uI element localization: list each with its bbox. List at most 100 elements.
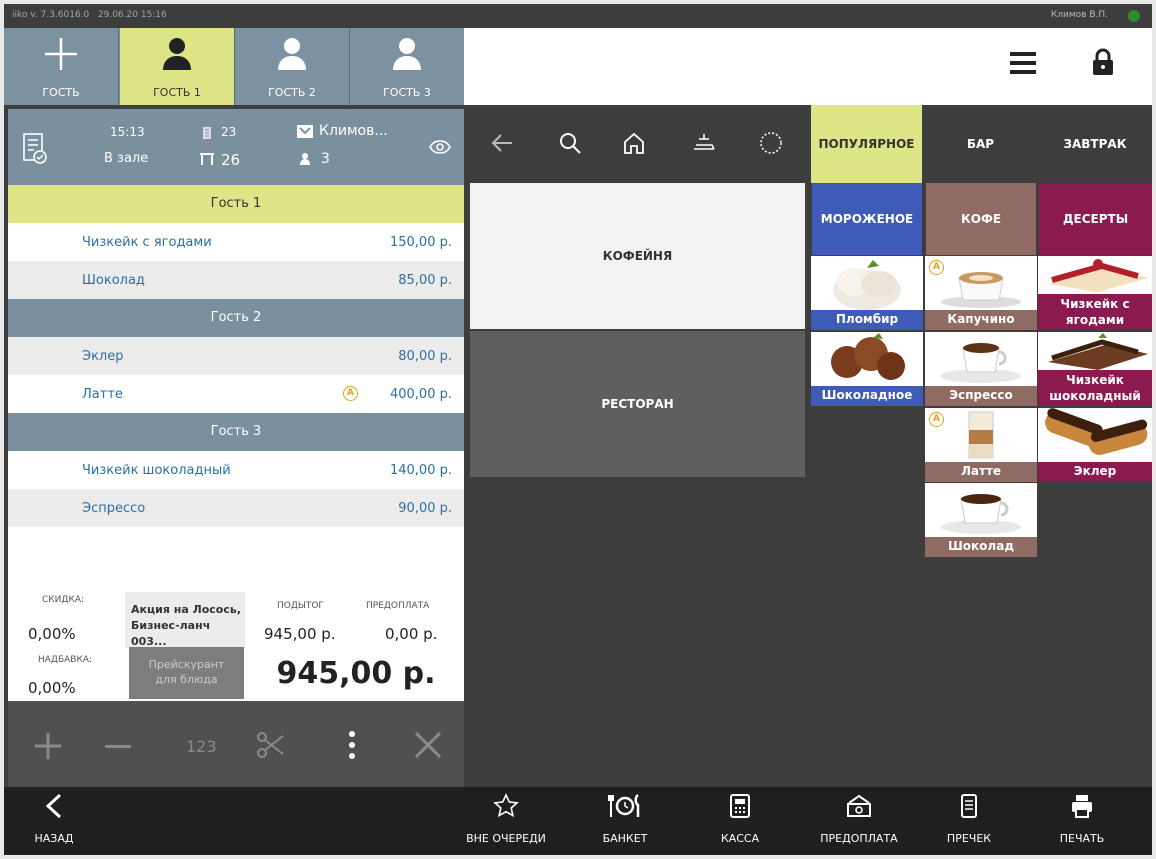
- out-of-turn-label: ВНЕ ОЧЕРЕДИ: [466, 832, 546, 845]
- order-item-row[interactable]: Эклер 80,00 р.: [8, 337, 464, 375]
- hamburger-menu-icon[interactable]: [1010, 52, 1036, 74]
- hot-chocolate-image: [941, 494, 1021, 534]
- guest-tab-label: ГОСТЬ 3: [383, 86, 431, 99]
- tab-guest-3[interactable]: ГОСТЬ 3: [350, 28, 464, 105]
- split-scissors-icon[interactable]: [256, 731, 284, 759]
- price-list-line: для блюда: [155, 673, 218, 686]
- product-tile[interactable]: A Капучино: [925, 256, 1037, 330]
- close-icon[interactable]: [415, 732, 441, 758]
- promo-line: Акция на Лосось,: [131, 603, 242, 616]
- order-item-row[interactable]: Чизкейк с ягодами 150,00 р.: [8, 223, 464, 261]
- discount-value[interactable]: 0,00%: [28, 625, 76, 643]
- add-guest-button[interactable]: ГОСТЬ: [4, 28, 118, 105]
- item-price: 400,00 р.: [389, 387, 452, 402]
- prepayment-button[interactable]: ПРЕДОПЛАТА: [814, 787, 904, 855]
- waiter-icon: [297, 125, 313, 138]
- precheck-label: ПРЕЧЕК: [946, 832, 992, 845]
- precheck-button[interactable]: ПРЕЧЕК: [929, 787, 1009, 855]
- product-name: Латте: [925, 462, 1037, 482]
- eye-icon[interactable]: [429, 140, 451, 154]
- guest-group-header[interactable]: Гость 1: [8, 185, 464, 223]
- home-icon[interactable]: [622, 131, 646, 155]
- group-desserts[interactable]: ДЕСЕРТЫ: [1039, 183, 1152, 255]
- product-name: Капучино: [925, 310, 1037, 330]
- user-name: Климов В.П.: [1050, 10, 1108, 20]
- minus-icon[interactable]: [105, 745, 131, 749]
- order-document-icon[interactable]: [22, 133, 48, 165]
- prepayment-label: ПРЕДОПЛАТА: [820, 832, 898, 845]
- item-name: Шоколад: [82, 273, 145, 288]
- chevron-left-icon: [45, 793, 62, 819]
- product-tile[interactable]: Шоколад: [925, 483, 1037, 557]
- product-tile[interactable]: Чизкейк шоколадный: [1038, 332, 1152, 406]
- tab-guest-2[interactable]: ГОСТЬ 2: [235, 28, 349, 105]
- product-tile[interactable]: Шоколадное: [811, 332, 923, 406]
- star-icon: [493, 793, 519, 818]
- order-item-row[interactable]: Шоколад 85,00 р.: [8, 261, 464, 299]
- product-name: Эклер: [1038, 462, 1152, 482]
- more-options-icon[interactable]: [349, 731, 355, 759]
- back-arrow-icon[interactable]: [490, 131, 514, 155]
- banquet-label: БАНКЕТ: [602, 832, 648, 845]
- order-number: 23: [221, 125, 237, 139]
- warning-a-icon: A: [343, 386, 358, 401]
- quantity-button[interactable]: 123: [186, 737, 217, 756]
- menu-cafe-button[interactable]: КОФЕЙНЯ: [470, 183, 805, 329]
- product-tile[interactable]: Эклер: [1038, 408, 1152, 482]
- product-tile[interactable]: Чизкейк с ягодами: [1038, 256, 1152, 330]
- person-icon: [278, 38, 306, 70]
- back-button[interactable]: НАЗАД: [14, 787, 94, 855]
- search-icon[interactable]: [558, 131, 582, 155]
- promo-line: Бизнес-ланч 003...: [131, 619, 211, 648]
- guest-group-header[interactable]: Гость 3: [8, 413, 464, 451]
- product-name: Чизкейк шоколадный: [1038, 370, 1152, 406]
- item-name: Эспрессо: [82, 501, 146, 516]
- product-name: Пломбир: [811, 310, 923, 330]
- promo-button[interactable]: Акция на Лосось, Бизнес-ланч 003...: [125, 592, 245, 648]
- tab-guest-1[interactable]: ГОСТЬ 1: [120, 28, 234, 105]
- cash-button[interactable]: КАССА: [700, 787, 780, 855]
- order-list: Гость 1 Чизкейк с ягодами 150,00 р. Шоко…: [8, 185, 464, 585]
- cash-label: КАССА: [720, 832, 760, 845]
- scale-icon[interactable]: [691, 131, 717, 153]
- product-tile[interactable]: Пломбир: [811, 256, 923, 330]
- version-text: iiko v. 7.3.6016.0 29.06.20 15:16: [12, 10, 167, 20]
- plus-icon[interactable]: [35, 733, 61, 759]
- out-of-turn-button[interactable]: ВНЕ ОЧЕРЕДИ: [466, 787, 546, 855]
- product-tile[interactable]: A Латте: [925, 408, 1037, 482]
- person-icon: [393, 38, 421, 70]
- item-price: 140,00 р.: [389, 463, 452, 478]
- espresso-image: [941, 343, 1021, 383]
- add-guest-label: ГОСТЬ: [42, 86, 80, 99]
- category-bar[interactable]: БАР: [925, 105, 1036, 183]
- category-breakfast[interactable]: ЗАВТРАК: [1038, 105, 1152, 183]
- group-coffee[interactable]: КОФЕ: [926, 183, 1036, 255]
- chocolate-icecream-image: [831, 333, 905, 380]
- icecream-image: [833, 260, 901, 310]
- banquet-button[interactable]: БАНКЕТ: [585, 787, 665, 855]
- banquet-icon: [608, 793, 640, 817]
- print-button[interactable]: ПЕЧАТЬ: [1042, 787, 1122, 855]
- order-item-row[interactable]: Чизкейк шоколадный 140,00 р.: [8, 451, 464, 489]
- item-name: Чизкейк шоколадный: [82, 463, 231, 478]
- price-list-button[interactable]: Прейскурант для блюда: [129, 647, 244, 699]
- guest-group-header[interactable]: Гость 2: [8, 299, 464, 337]
- guest-count-icon: [300, 153, 310, 165]
- prepay-label: ПРЕДОПЛАТА: [366, 601, 430, 611]
- loading-circle-icon[interactable]: [759, 131, 783, 155]
- product-tile[interactable]: Эспрессо: [925, 332, 1037, 406]
- markup-value[interactable]: 0,00%: [28, 679, 76, 697]
- cheesecake-chocolate-image: [1048, 333, 1148, 370]
- lock-icon[interactable]: [1092, 48, 1114, 76]
- product-name: Чизкейк с ягодами: [1038, 294, 1152, 330]
- menu-restaurant-button[interactable]: РЕСТОРАН: [470, 331, 805, 477]
- category-popular[interactable]: ПОПУЛЯРНОЕ: [811, 105, 922, 183]
- precheck-icon: [961, 794, 977, 818]
- cheesecake-berries-image: [1048, 259, 1148, 292]
- order-item-row[interactable]: Эспрессо 90,00 р.: [8, 489, 464, 527]
- order-item-row[interactable]: Латте A 400,00 р.: [8, 375, 464, 413]
- guest-tabs: ГОСТЬ ГОСТЬ 1 ГОСТЬ 2 ГОСТЬ 3: [4, 28, 464, 105]
- plus-icon: [45, 38, 77, 70]
- order-location: В зале: [104, 151, 149, 166]
- group-icecream[interactable]: МОРОЖЕНОЕ: [812, 183, 922, 255]
